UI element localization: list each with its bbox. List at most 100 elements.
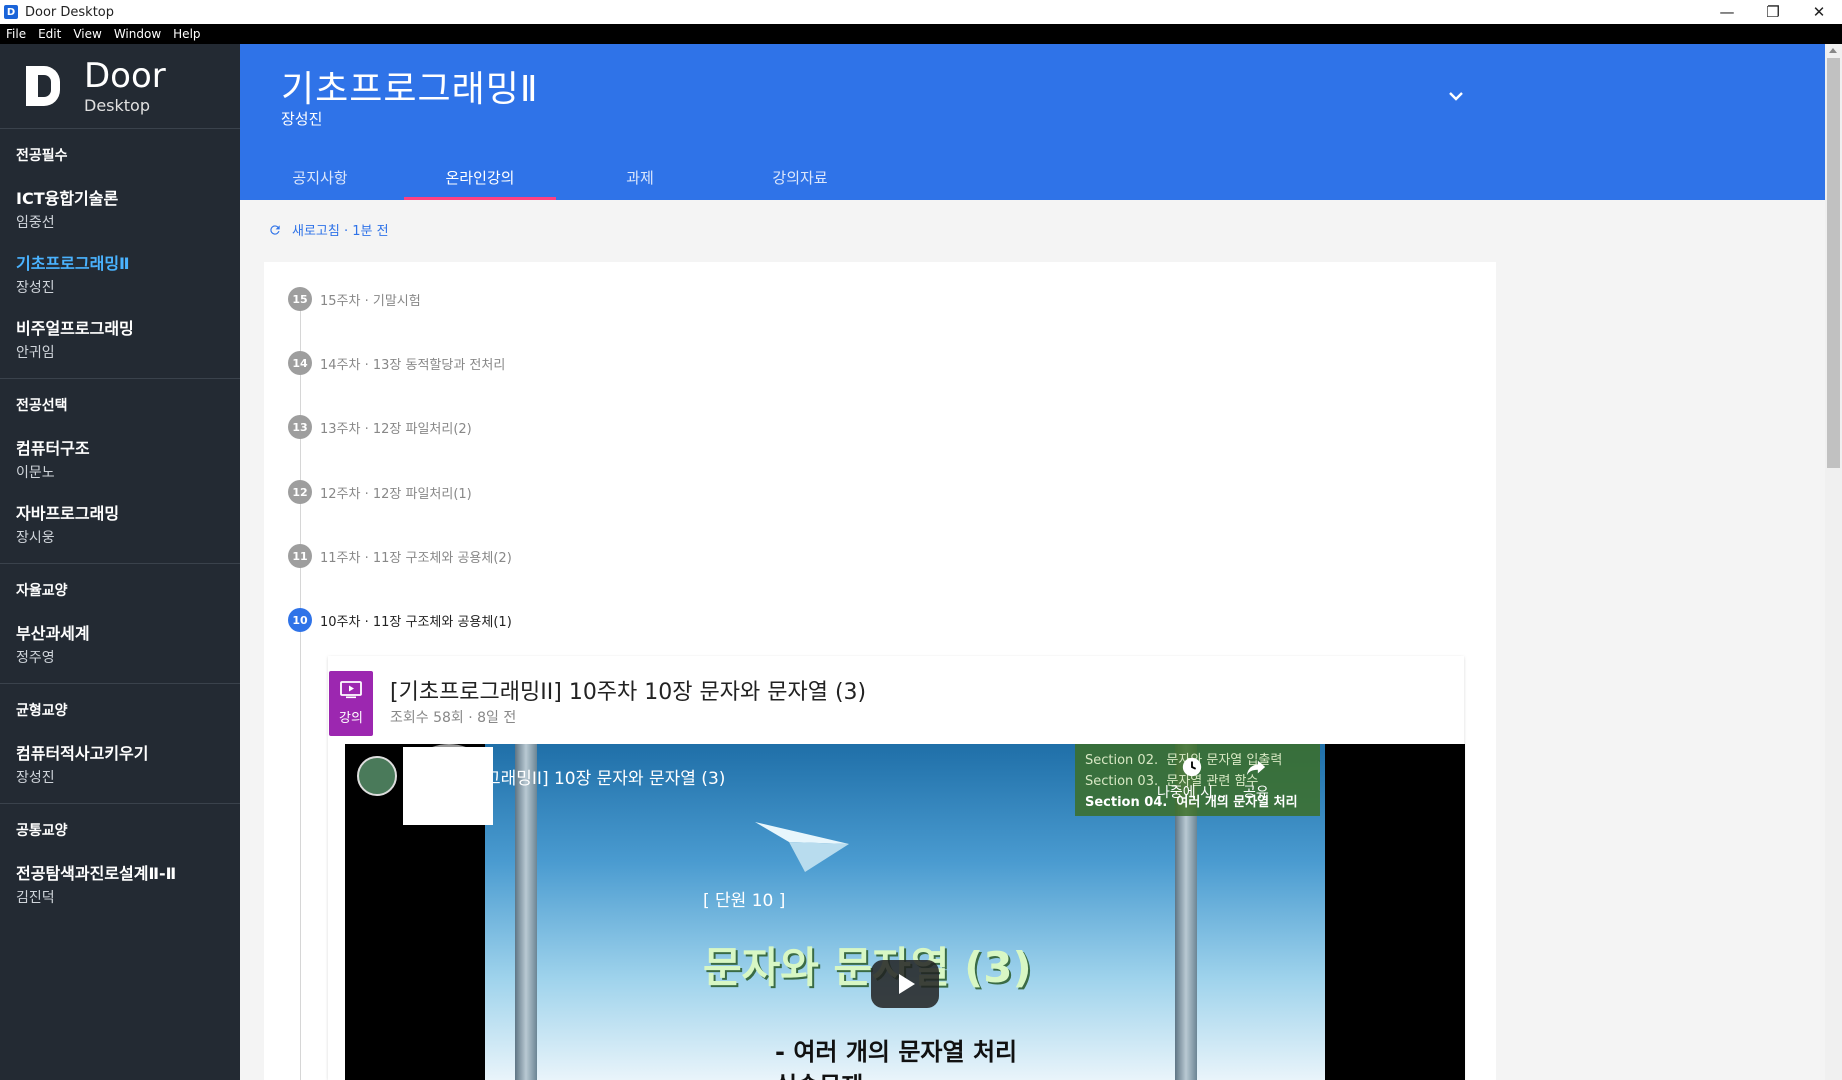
week-item[interactable]: 14 14주차 · 13장 동적할당과 전처리: [288, 351, 505, 375]
course-name: 부산과세계: [16, 624, 90, 643]
course-professor: 안귀임: [16, 345, 55, 361]
sidebar-item-course[interactable]: 컴퓨터구조 이문노: [0, 425, 240, 490]
lecture-badge: 강의: [329, 671, 373, 736]
course-name: 비주얼프로그래밍: [16, 319, 134, 338]
paper-plane-icon: [755, 822, 849, 872]
refresh-label: 새로고침 · 1분 전: [292, 224, 389, 239]
course-name: 컴퓨터적사고키우기: [16, 744, 149, 763]
course-professor: 정주영: [16, 650, 55, 666]
week-number-badge: 10: [288, 608, 312, 632]
tab-assignments[interactable]: 과제: [560, 154, 720, 200]
course-name: 전공탐색과진로설계Ⅱ-Ⅱ: [16, 864, 177, 883]
sidebar-item-course[interactable]: 자바프로그래밍 장시웅: [0, 490, 240, 555]
lecture-meta: 조회수 58회 · 8일 전: [390, 710, 517, 726]
lecture-title[interactable]: [기초프로그래밍II] 10주차 10장 문자와 문자열 (3): [390, 674, 866, 706]
window-title: Door Desktop: [25, 4, 115, 20]
sidebar-item-course[interactable]: 부산과세계 정주영: [0, 610, 240, 675]
refresh-button[interactable]: 새로고침 · 1분 전: [268, 220, 389, 239]
course-name: 기초프로그래밍Ⅱ: [16, 254, 130, 273]
tab-notices[interactable]: 공지사항: [240, 154, 400, 200]
sidebar-group: 전공필수 ICT융합기술론 임중선 기초프로그래밍Ⅱ 장성진 비주얼프로그래밍 …: [0, 129, 240, 379]
tab-materials[interactable]: 강의자료: [720, 154, 880, 200]
scroll-up-arrow-icon[interactable]: [1829, 48, 1837, 53]
course-professor: 장성진: [16, 280, 55, 296]
watch-later-button[interactable]: 나중에 시...: [1157, 756, 1226, 802]
sidebar: Door Desktop 전공필수 ICT융합기술론 임중선 기초프로그래밍Ⅱ …: [0, 44, 240, 1080]
course-professor: 장시웅: [16, 530, 55, 546]
slide-unit: [ 단원 10 ]: [703, 891, 786, 911]
brand-sub: Desktop: [84, 95, 150, 115]
week-item[interactable]: 12 12주차 · 12장 파일처리(1): [288, 480, 472, 504]
course-professor: 장성진: [16, 770, 55, 786]
redacted-area: [403, 747, 493, 825]
video-player[interactable]: Section 02. 문자와 문자열 입출력 Section 03. 문자열 …: [345, 744, 1465, 1080]
menu-edit[interactable]: Edit: [32, 27, 67, 41]
menu-help[interactable]: Help: [167, 27, 206, 41]
menu-window[interactable]: Window: [108, 27, 167, 41]
sidebar-group: 전공선택 컴퓨터구조 이문노 자바프로그래밍 장시웅: [0, 379, 240, 564]
course-name: 자바프로그래밍: [16, 504, 120, 523]
week-label: 14주차 · 13장 동적할당과 전처리: [320, 357, 506, 373]
sidebar-item-course[interactable]: ICT융합기술론 임중선: [0, 175, 240, 240]
section-number: Section 03.: [1085, 774, 1159, 789]
sidebar-group-title: 전공선택: [16, 398, 68, 414]
week-item[interactable]: 11 11주차 · 11장 구조체와 공용체(2): [288, 544, 512, 568]
close-button[interactable]: ✕: [1796, 0, 1842, 24]
chevron-down-icon[interactable]: [1444, 84, 1468, 108]
sidebar-group: 자율교양 부산과세계 정주영: [0, 564, 240, 684]
menu-view[interactable]: View: [67, 27, 107, 41]
video-play-icon: [340, 681, 362, 699]
course-header: 기초프로그래밍Ⅱ 장성진 공지사항 온라인강의 과제 강의자료: [240, 44, 1825, 200]
sidebar-group-title: 균형교양: [16, 703, 68, 719]
brand[interactable]: Door Desktop: [0, 44, 240, 129]
window-titlebar: D Door Desktop — ❐ ✕: [0, 0, 1842, 24]
course-professor: 임중선: [16, 215, 55, 231]
slide-bullet: 실습문제: [775, 1066, 863, 1080]
week-number-badge: 11: [288, 544, 312, 568]
lecture-badge-label: 강의: [339, 711, 363, 726]
scrollbar-thumb[interactable]: [1827, 58, 1840, 468]
week-label: 12주차 · 12장 파일처리(1): [320, 486, 472, 502]
channel-avatar[interactable]: [357, 756, 397, 796]
week-label: 10주차 · 11장 구조체와 공용체(1): [320, 614, 512, 630]
slide-heading: 문자와 문자열 (3): [703, 943, 1032, 992]
sidebar-group: 균형교양 컴퓨터적사고키우기 장성진: [0, 684, 240, 804]
week-item[interactable]: 15 15주차 · 기말시험: [288, 287, 421, 311]
week-number-badge: 14: [288, 351, 312, 375]
course-professor: 이문노: [16, 465, 55, 481]
week-number-badge: 13: [288, 415, 312, 439]
window-frame-pillar: [515, 744, 537, 1080]
clock-icon: [1182, 757, 1201, 777]
sidebar-item-course[interactable]: 전공탐색과진로설계Ⅱ-Ⅱ 김진덕: [0, 850, 240, 915]
share-label: 공유: [1243, 785, 1269, 801]
share-button[interactable]: 공유: [1243, 756, 1269, 802]
week-number-badge: 15: [288, 287, 312, 311]
course-name: ICT융합기술론: [16, 189, 119, 208]
sidebar-group-title: 자율교양: [16, 583, 68, 599]
week-label: 11주차 · 11장 구조체와 공용체(2): [320, 550, 512, 566]
sidebar-item-course-active[interactable]: 기초프로그래밍Ⅱ 장성진: [0, 240, 240, 305]
course-name: 컴퓨터구조: [16, 439, 90, 458]
scrollbar[interactable]: [1825, 44, 1842, 1080]
section-number: Section 02.: [1085, 753, 1159, 768]
menu-file[interactable]: File: [0, 27, 32, 41]
window-controls: — ❐ ✕: [1704, 0, 1842, 24]
watch-later-label: 나중에 시...: [1157, 785, 1227, 801]
minimize-button[interactable]: —: [1704, 0, 1750, 24]
week-item[interactable]: 13 13주차 · 12장 파일처리(2): [288, 415, 472, 439]
video-title[interactable]: 그래밍II] 10장 문자와 문자열 (3): [485, 764, 725, 789]
sidebar-item-course[interactable]: 컴퓨터적사고키우기 장성진: [0, 730, 240, 795]
play-button[interactable]: [871, 960, 939, 1008]
course-professor: 장성진: [281, 110, 323, 128]
tab-online-lectures[interactable]: 온라인강의: [400, 154, 560, 200]
restore-button[interactable]: ❐: [1750, 0, 1796, 24]
sidebar-item-course[interactable]: 비주얼프로그래밍 안귀임: [0, 305, 240, 370]
week-item-active[interactable]: 10 10주차 · 11장 구조체와 공용체(1): [288, 608, 512, 632]
refresh-icon: [270, 224, 280, 235]
week-label: 13주차 · 12장 파일처리(2): [320, 421, 472, 437]
door-logo-icon: [24, 64, 60, 108]
app-icon: D: [4, 5, 18, 19]
sidebar-group: 공통교양 전공탐색과진로설계Ⅱ-Ⅱ 김진덕: [0, 804, 240, 923]
course-professor: 김진덕: [16, 890, 55, 906]
week-number-badge: 12: [288, 480, 312, 504]
